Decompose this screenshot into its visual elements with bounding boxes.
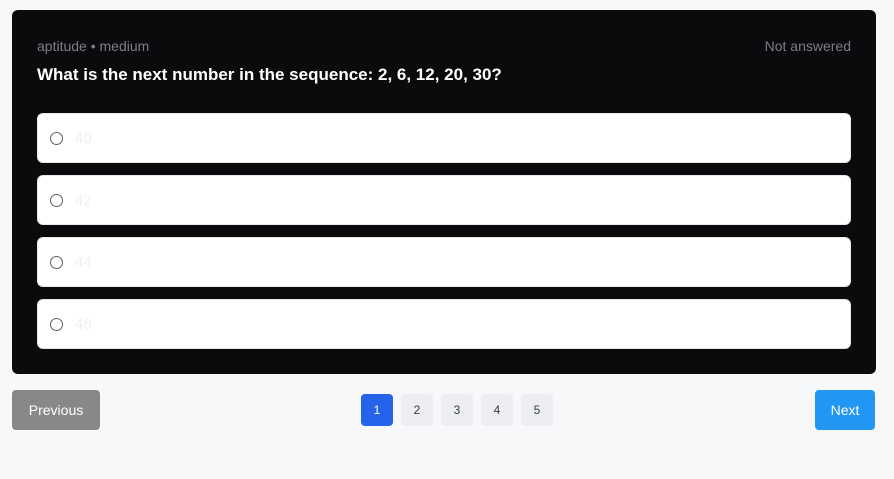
- page-button-2[interactable]: 2: [401, 394, 433, 426]
- page-pagination: 1 2 3 4 5: [361, 394, 553, 426]
- page-button-1[interactable]: 1: [361, 394, 393, 426]
- page-button-3[interactable]: 3: [441, 394, 473, 426]
- page-button-5[interactable]: 5: [521, 394, 553, 426]
- question-card: aptitude • medium Not answered What is t…: [12, 10, 876, 374]
- option-label: 42: [75, 192, 92, 209]
- radio-button[interactable]: [50, 318, 63, 331]
- option-3[interactable]: 44: [37, 237, 851, 287]
- answer-status: Not answered: [764, 38, 851, 54]
- option-label: 40: [75, 130, 92, 147]
- answer-options: 40 42 44 46: [37, 113, 851, 361]
- option-2[interactable]: 42: [37, 175, 851, 225]
- option-1[interactable]: 40: [37, 113, 851, 163]
- radio-button[interactable]: [50, 132, 63, 145]
- question-text: What is the next number in the sequence:…: [37, 65, 502, 84]
- question-meta: aptitude • medium: [37, 38, 150, 54]
- option-label: 46: [75, 316, 92, 333]
- radio-button[interactable]: [50, 194, 63, 207]
- previous-button[interactable]: Previous: [12, 390, 100, 430]
- page-button-4[interactable]: 4: [481, 394, 513, 426]
- option-4[interactable]: 46: [37, 299, 851, 349]
- next-button[interactable]: Next: [815, 390, 875, 430]
- radio-button[interactable]: [50, 256, 63, 269]
- option-label: 44: [75, 254, 92, 271]
